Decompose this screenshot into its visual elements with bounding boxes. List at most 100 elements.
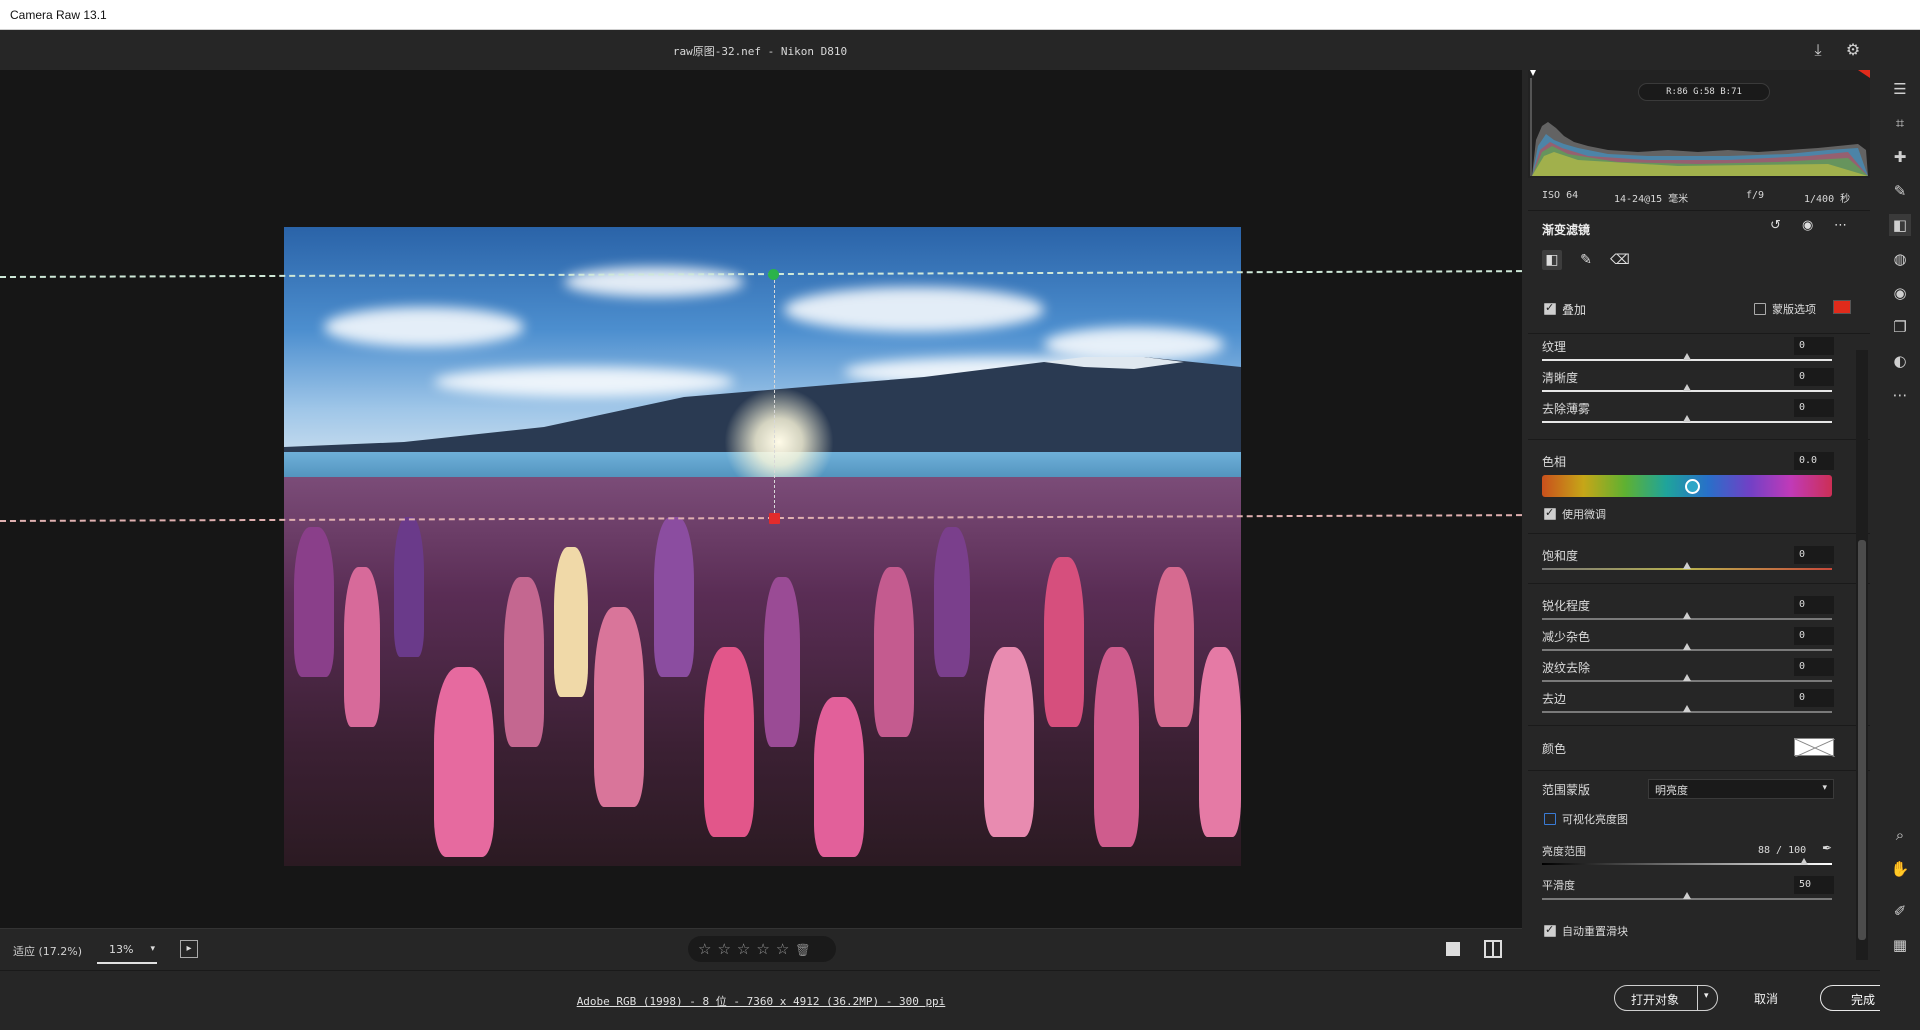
star-icon[interactable]: ☆ [698, 940, 717, 958]
redeye-icon[interactable]: ◉ [1889, 282, 1911, 304]
mask-color-swatch[interactable] [1833, 300, 1851, 314]
star-rating[interactable]: ☆☆☆☆☆🗑 [688, 936, 836, 962]
gradient-tool-icon[interactable]: ◧ [1542, 250, 1562, 270]
grid-icon[interactable]: ▦ [1889, 934, 1911, 956]
moire-label: 波纹去除 [1542, 661, 1591, 675]
chevron-down-icon: ▾ [1822, 783, 1827, 793]
window-titlebar: Camera Raw 13.1 [0, 0, 1920, 30]
divider [1528, 583, 1870, 584]
smoothness-knob[interactable] [1683, 892, 1691, 899]
eraser-icon[interactable]: ⌫ [1610, 250, 1630, 270]
noise-reduction-knob[interactable] [1683, 643, 1691, 650]
texture-knob[interactable] [1683, 353, 1691, 360]
luminance-range-slider[interactable] [1542, 863, 1832, 865]
luminance-range-knob[interactable] [1800, 858, 1808, 865]
defringe-knob[interactable] [1683, 705, 1691, 712]
auto-reset-checkbox[interactable] [1544, 923, 1556, 937]
zoom-select[interactable]: 13% ▾ [97, 936, 157, 964]
fit-zoom-label[interactable]: 适应 (17.2%) [13, 943, 82, 959]
clarity-knob[interactable] [1683, 384, 1691, 391]
photo-preview[interactable] [284, 227, 1241, 866]
texture-value[interactable]: 0 [1794, 337, 1834, 355]
exif-lens: 14-24@15 毫米 [1614, 194, 1689, 205]
eyedropper-icon[interactable]: ✒ [1822, 841, 1832, 855]
open-object-label: 打开对象 [1631, 993, 1680, 1007]
dehaze-label: 去除薄雾 [1542, 402, 1591, 416]
star-icon[interactable]: ☆ [737, 940, 756, 958]
overlay-checkbox[interactable] [1544, 301, 1556, 315]
color-swatch[interactable] [1794, 738, 1836, 758]
panel-scrollbar[interactable] [1856, 350, 1868, 960]
star-icon[interactable]: ☆ [717, 940, 736, 958]
saturation-value[interactable]: 0 [1794, 546, 1834, 564]
image-canvas[interactable] [0, 70, 1522, 928]
top-bar: raw原图-32.nef - Nikon D810 ⤓ ⚙ ⤢ [0, 30, 1920, 70]
hue-knob[interactable] [1685, 479, 1700, 494]
trash-icon[interactable]: 🗑 [795, 943, 810, 957]
mask-options-label: 蒙版选项 [1772, 303, 1816, 316]
workflow-options-link[interactable]: Adobe RGB (1998) - 8 位 - 7360 x 4912 (36… [0, 993, 1522, 1009]
more-icon[interactable]: ⋯ [1889, 384, 1911, 406]
cancel-button[interactable]: 取消 [1754, 990, 1778, 1007]
gradient-start-pin[interactable] [768, 269, 779, 280]
gradient-icon[interactable]: ◧ [1889, 214, 1911, 236]
divider [1528, 533, 1870, 534]
healing-icon[interactable]: ✚ [1889, 146, 1911, 168]
sharpness-value[interactable]: 0 [1794, 596, 1834, 614]
hand-icon[interactable]: ✋ [1889, 858, 1911, 880]
noise-reduction-value[interactable]: 0 [1794, 627, 1834, 645]
divider [1528, 333, 1870, 334]
eye-icon[interactable]: ◉ [1802, 218, 1813, 233]
crop-icon[interactable]: ⌗ [1889, 112, 1911, 134]
divider [1528, 725, 1870, 726]
reset-icon[interactable]: ↺ [1770, 218, 1781, 233]
zoom-icon[interactable]: ⌕ [1889, 824, 1911, 846]
range-mask-select[interactable]: 明亮度 ▾ [1648, 779, 1834, 799]
smoothness-value[interactable]: 50 [1794, 876, 1834, 894]
sampler-icon[interactable]: ✐ [1889, 900, 1911, 922]
more-icon[interactable]: ⋯ [1834, 218, 1847, 233]
moire-value[interactable]: 0 [1794, 658, 1834, 676]
filmstrip-toggle-icon[interactable]: ▸ [180, 940, 198, 958]
download-icon[interactable]: ⤓ [1807, 39, 1829, 61]
star-icon[interactable]: ☆ [776, 940, 795, 958]
fine-tune-checkbox[interactable] [1544, 506, 1556, 520]
snapshots-icon[interactable]: ❐ [1889, 316, 1911, 338]
saturation-knob[interactable] [1683, 562, 1691, 569]
color-label: 颜色 [1542, 742, 1567, 756]
radial-icon[interactable]: ◍ [1889, 248, 1911, 270]
mask-options-checkbox[interactable] [1754, 303, 1766, 315]
clarity-label: 清晰度 [1542, 371, 1579, 385]
presets-icon[interactable]: ◐ [1889, 350, 1911, 372]
divider [1528, 770, 1870, 771]
chevron-down-icon[interactable]: ▾ [1704, 991, 1709, 1001]
file-title: raw原图-32.nef - Nikon D810 [672, 45, 848, 58]
defringe-value[interactable]: 0 [1794, 689, 1834, 707]
saturation-label: 饱和度 [1542, 549, 1579, 563]
open-object-button[interactable]: 打开对象 ▾ [1614, 985, 1718, 1011]
chevron-down-icon: ▾ [150, 944, 155, 954]
dehaze-value[interactable]: 0 [1794, 399, 1834, 417]
scrollbar-thumb[interactable] [1858, 540, 1866, 940]
overlay-label: 叠加 [1562, 303, 1587, 317]
single-view-icon[interactable] [1446, 942, 1460, 956]
gradient-center-line[interactable] [774, 275, 775, 518]
hue-value[interactable]: 0.0 [1794, 452, 1834, 470]
exif-iso: ISO 64 [1542, 190, 1579, 201]
brush-icon[interactable]: ✎ [1576, 250, 1596, 270]
brush-icon[interactable]: ✎ [1889, 180, 1911, 202]
edit-panel: R:86 G:58 B:71 ISO 64 14-24@15 毫米 f/9 1/… [1522, 70, 1880, 970]
clarity-value[interactable]: 0 [1794, 368, 1834, 386]
sharpness-knob[interactable] [1683, 612, 1691, 619]
visualize-luminance-checkbox[interactable] [1544, 813, 1556, 825]
moire-knob[interactable] [1683, 674, 1691, 681]
noise-reduction-label: 减少杂色 [1542, 630, 1591, 644]
before-after-view-icon[interactable] [1484, 940, 1502, 958]
edit-sliders-icon[interactable]: ☰ [1889, 78, 1911, 100]
gear-icon[interactable]: ⚙ [1842, 39, 1864, 61]
star-icon[interactable]: ☆ [756, 940, 775, 958]
range-mask-value: 明亮度 [1655, 784, 1688, 797]
gradient-end-pin[interactable] [769, 513, 780, 524]
dehaze-knob[interactable] [1683, 415, 1691, 422]
auto-reset-label: 自动重置滑块 [1562, 925, 1628, 938]
